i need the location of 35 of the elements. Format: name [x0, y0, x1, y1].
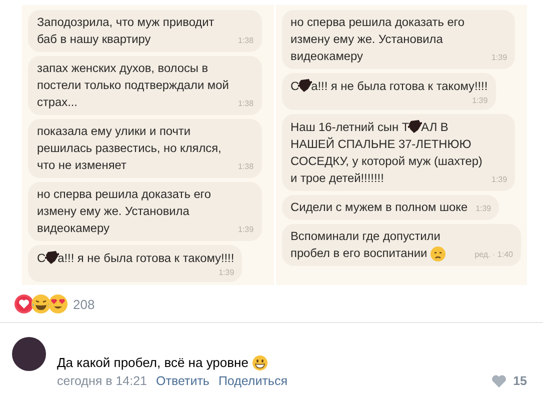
message-text: Вспоминали где допустили пробел в его воспитании	[290, 228, 467, 262]
message-text: Сидели с мужем в полном шоке	[290, 199, 468, 216]
message-time: 1:38	[238, 161, 254, 172]
message-text: С а!!! я не была готова к такому!!!!	[290, 77, 488, 95]
message-text: показала ему улики и почти решилась развестись, но клялся, что не изменяет	[37, 123, 222, 174]
sad-face-icon	[430, 246, 446, 262]
message-time: 1:38	[238, 35, 254, 46]
message-text: но сперва решила доказать его измену ему же. Установила видеокамеру	[37, 186, 212, 237]
scribble-icon	[44, 249, 59, 265]
reaction-count: 208	[73, 296, 95, 312]
message-time: 1:39	[492, 52, 508, 63]
scribble-icon	[408, 118, 422, 134]
message-time: ред. · 1:40	[474, 249, 513, 260]
message-time: 1:39	[218, 267, 234, 278]
heart-eyes-face-icon	[48, 294, 68, 314]
comment-date[interactable]: сегодня в 14:21	[57, 374, 147, 388]
like-button[interactable]: 15	[491, 374, 527, 388]
comment-action-link[interactable]: Ответить	[156, 374, 210, 388]
laughing-face-icon	[31, 294, 51, 314]
message-text: но сперва решила доказать его измену ему же. Установила видеокамеру	[290, 14, 466, 65]
message-time: 1:39	[238, 224, 254, 235]
grinning-face-icon	[252, 355, 270, 372]
comment-action-link[interactable]: Поделиться	[218, 374, 288, 388]
message-text: запах женских духов, волосы в постели только подтверждали мой страх...	[37, 60, 230, 111]
message-time: 1:38	[238, 98, 254, 109]
avatar[interactable]	[12, 337, 46, 371]
scribble-icon	[298, 77, 312, 93]
heart-icon	[14, 294, 34, 314]
message-text: С а!!! я не была готова к такому!!!!	[37, 249, 234, 267]
message-time: 1:39	[492, 174, 508, 185]
message-text: Заподозрила, что муж приводит баб в нашу квартиру	[37, 14, 216, 48]
comment-text: Да какой пробел, всё на уровне	[57, 354, 531, 372]
message-text: Наш 16-летний сын T АЛ В НАШЕЙ СПАЛЬНЕ 37-ЛЕТНЮЮ СОСЕДКУ, у которой муж (шахтер) и трое детей!!!!!!!	[290, 118, 484, 187]
message-time: 1:39	[472, 95, 488, 106]
message-time: 1:39	[476, 203, 492, 214]
